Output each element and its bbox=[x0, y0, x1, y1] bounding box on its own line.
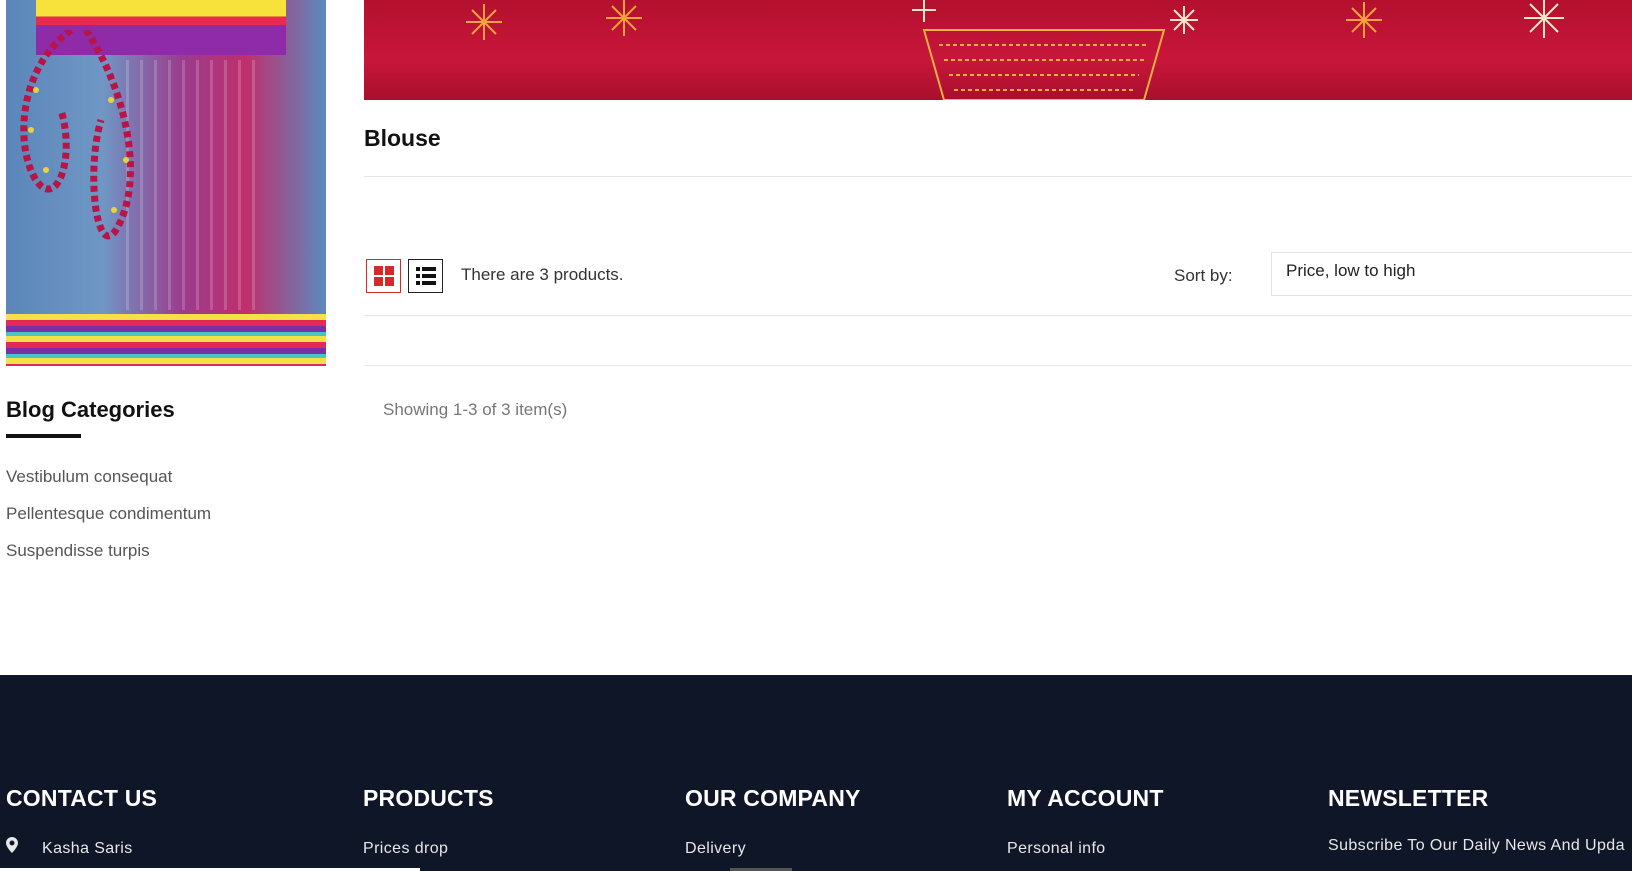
footer-link-personal-info[interactable]: Personal info bbox=[1007, 840, 1106, 858]
footer-link-delivery[interactable]: Delivery bbox=[685, 840, 746, 858]
blog-title-underline bbox=[6, 434, 81, 438]
footer-heading: MY ACCOUNT bbox=[1007, 785, 1164, 811]
grid-view-icon bbox=[373, 266, 394, 286]
sort-by-label: Sort by: bbox=[1174, 266, 1233, 285]
blog-category-item[interactable]: Pellentesque condimentum bbox=[6, 502, 211, 539]
grid-view-button[interactable] bbox=[366, 259, 401, 293]
banner-decor-stripes bbox=[126, 60, 266, 310]
category-title: Blouse bbox=[364, 125, 441, 151]
divider bbox=[364, 365, 1632, 366]
footer-heading: PRODUCTS bbox=[363, 785, 494, 811]
bead-necklace-graphic bbox=[20, 30, 134, 240]
location-pin-icon bbox=[6, 837, 18, 853]
footer-heading: CONTACT US bbox=[6, 785, 158, 811]
divider bbox=[364, 315, 1632, 316]
list-view-button[interactable] bbox=[408, 259, 443, 293]
sidebar-banner-image[interactable] bbox=[6, 0, 326, 366]
blog-categories-title: Blog Categories bbox=[6, 397, 175, 422]
site-footer: CONTACT US Kasha Saris PRODUCTS Prices d… bbox=[0, 675, 1632, 871]
list-view-icon bbox=[415, 267, 436, 285]
divider bbox=[364, 176, 1632, 177]
footer-products-column: PRODUCTS Prices drop bbox=[363, 785, 494, 857]
footer-link-prices-drop[interactable]: Prices drop bbox=[363, 840, 448, 858]
sort-selected-value: Price, low to high bbox=[1286, 261, 1416, 280]
newsletter-description: Subscribe To Our Daily News And Upda bbox=[1328, 837, 1625, 854]
blog-category-item[interactable]: Suspendisse turpis bbox=[6, 539, 211, 576]
product-count-text: There are 3 products. bbox=[461, 265, 624, 284]
pagination-summary: Showing 1-3 of 3 item(s) bbox=[383, 400, 568, 419]
footer-heading: OUR COMPANY bbox=[685, 785, 861, 811]
banner-decor-border bbox=[6, 314, 326, 366]
footer-heading: NEWSLETTER bbox=[1328, 785, 1489, 811]
blog-category-list: Vestibulum consequat Pellentesque condim… bbox=[6, 465, 211, 576]
blog-category-item[interactable]: Vestibulum consequat bbox=[6, 465, 211, 502]
embroidery-pattern bbox=[466, 0, 1564, 100]
footer-account-column: MY ACCOUNT Personal info bbox=[1007, 785, 1164, 857]
footer-company-column: OUR COMPANY Delivery bbox=[685, 785, 861, 857]
footer-newsletter-column: NEWSLETTER Subscribe To Our Daily News A… bbox=[1328, 785, 1625, 854]
footer-contact-line: Kasha Saris bbox=[42, 840, 133, 857]
category-hero-banner bbox=[364, 0, 1632, 100]
footer-contact-column: CONTACT US Kasha Saris bbox=[6, 785, 158, 857]
sort-select-dropdown[interactable]: Price, low to high bbox=[1271, 252, 1632, 296]
